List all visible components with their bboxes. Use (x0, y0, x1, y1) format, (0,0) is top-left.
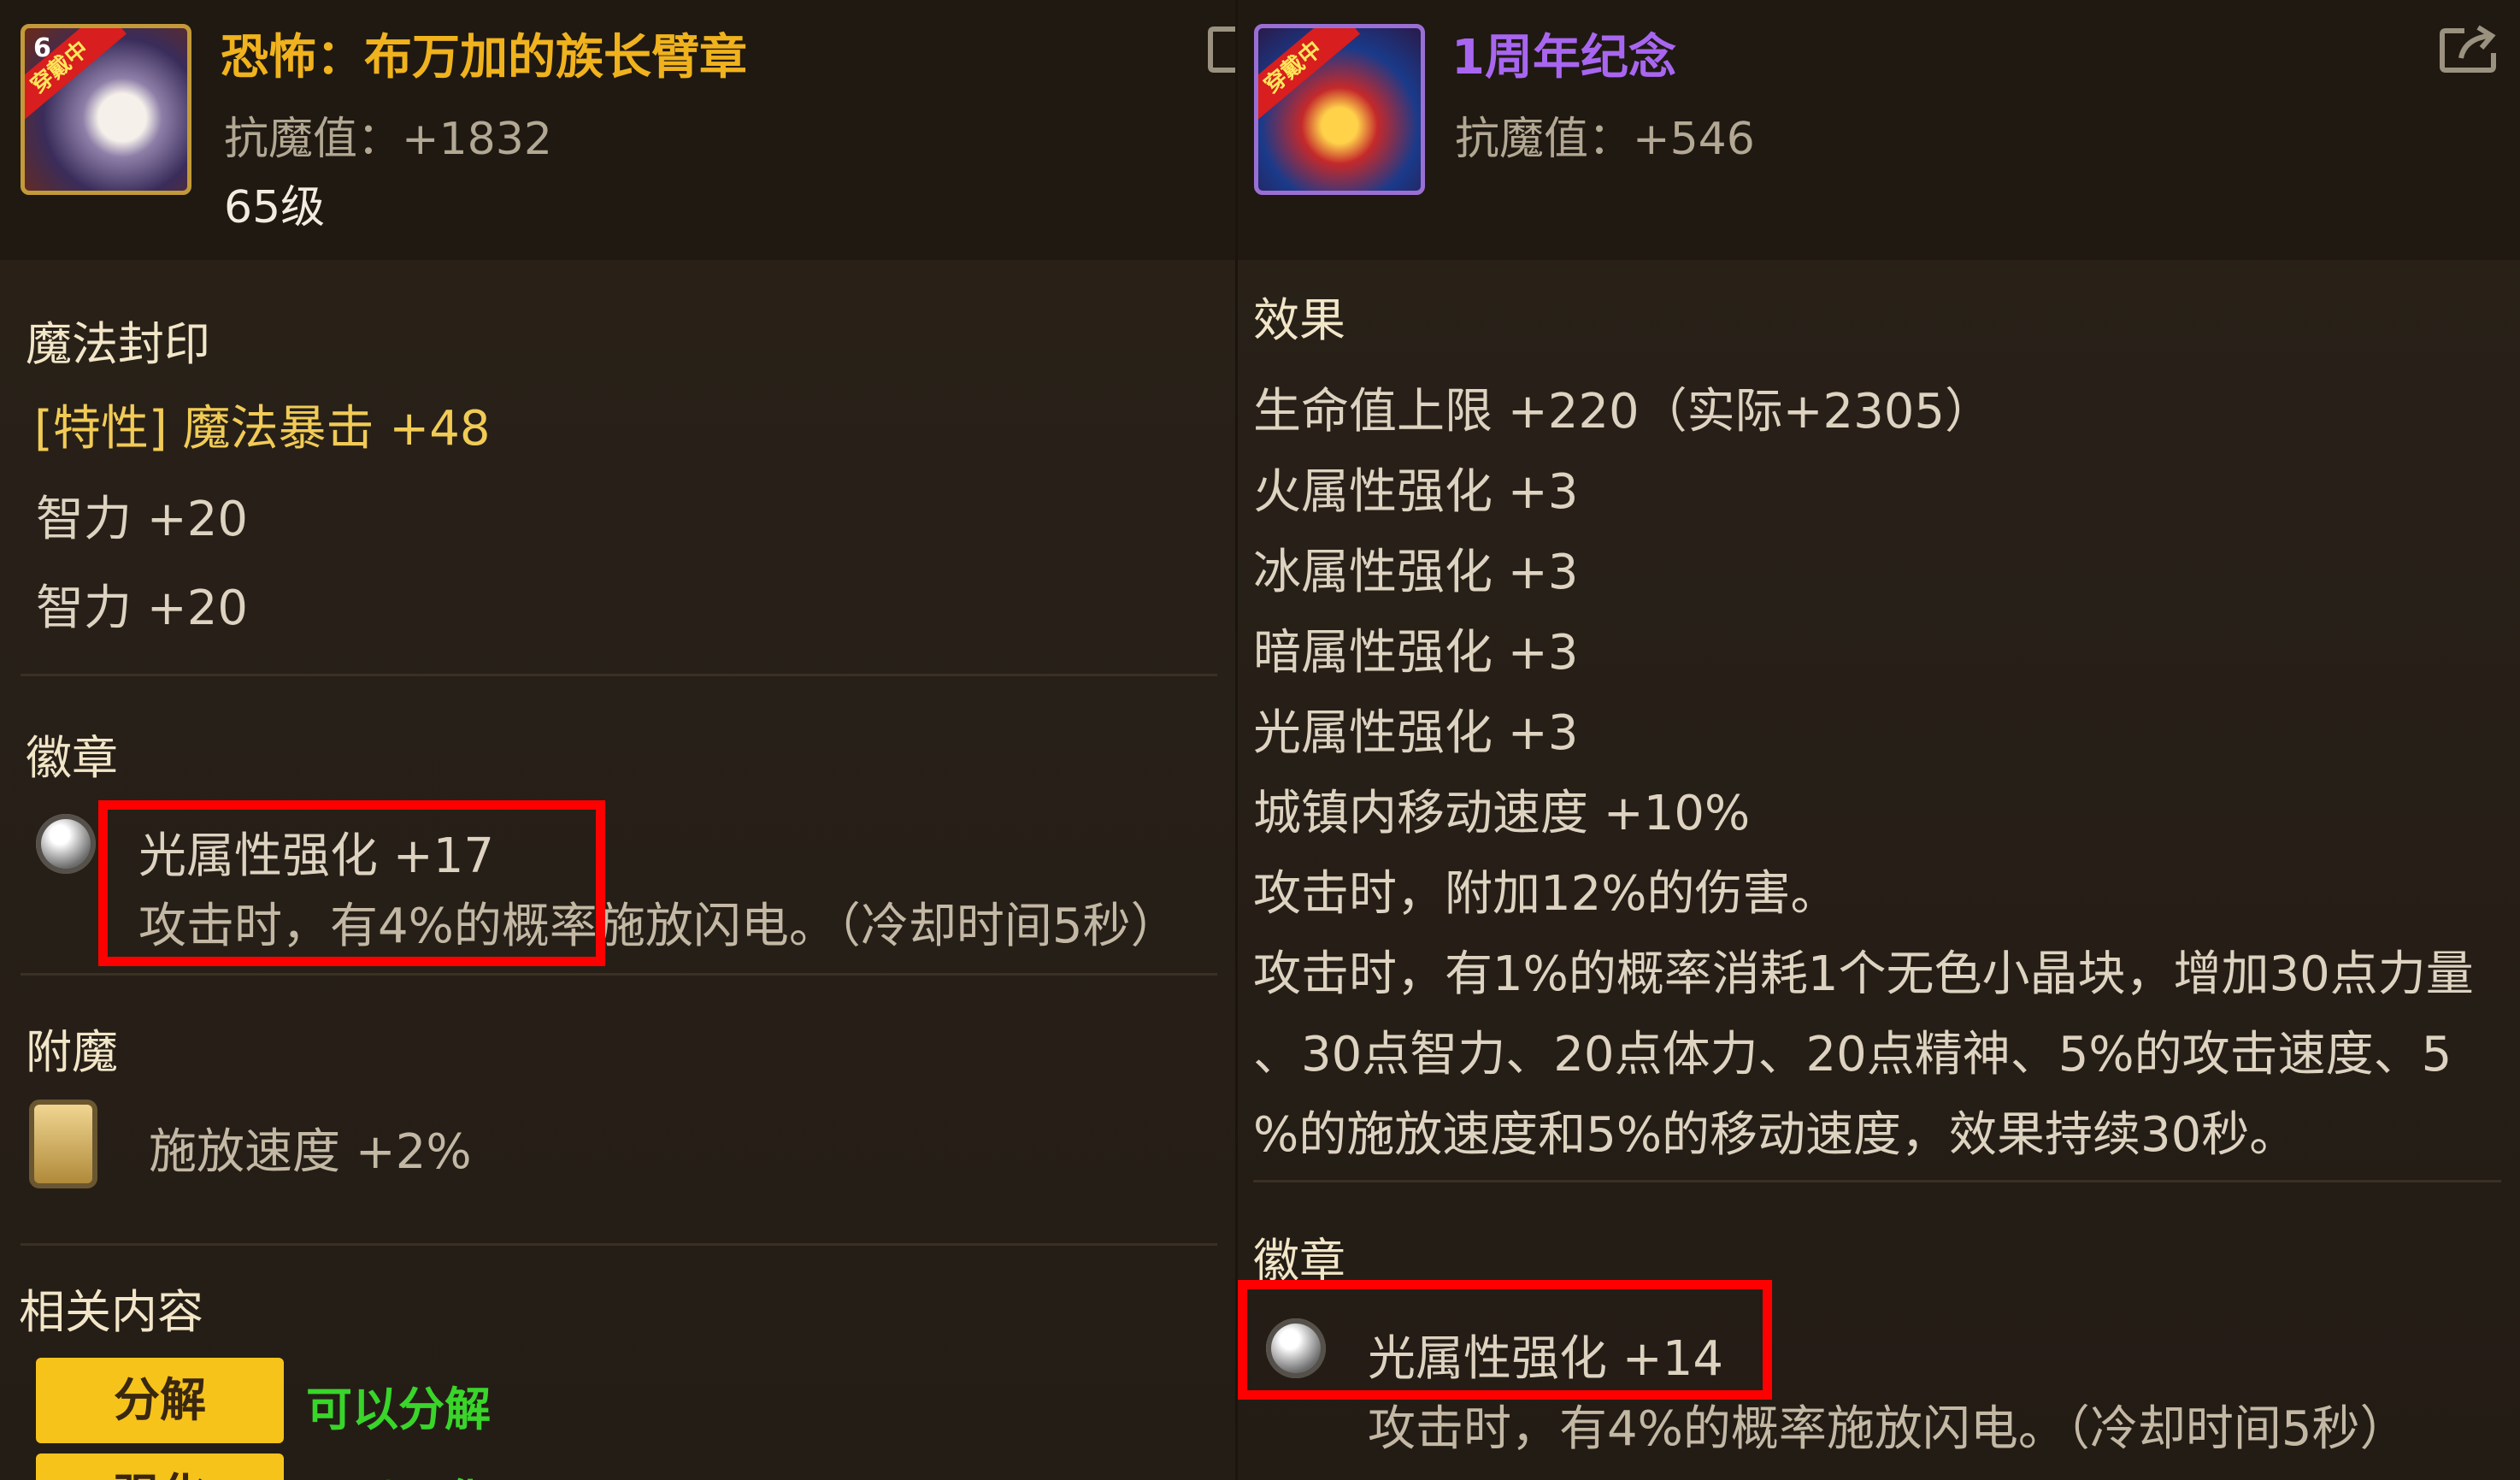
item-stat-magic-resist: 抗魔值：+1832 (224, 114, 552, 165)
effect-line: 、30点智力、20点体力、20点精神、5%的攻击速度、5 (1253, 1027, 2452, 1082)
effect-line: %的施放速度和5%的移动速度，效果持续30秒。 (1253, 1107, 2298, 1163)
item-header: 穿戴中 1周年纪念 抗魔值：+546 (1238, 0, 2520, 260)
enhance-button[interactable]: 强化 (36, 1453, 284, 1480)
item-header: 6 穿戴中 恐怖：布万加的族长臂章 抗魔值：+1832 65级 (0, 0, 1235, 260)
share-icon[interactable] (2439, 24, 2499, 75)
item-tooltip-left: 6 穿戴中 恐怖：布万加的族长臂章 抗魔值：+1832 65级 魔法封印 [特性… (0, 0, 1235, 1480)
highlight-box (98, 800, 605, 966)
effect-line: 暗属性强化 +3 (1253, 625, 1579, 681)
share-icon[interactable] (1207, 24, 1235, 75)
effect-line: 生命值上限 +220（实际+2305） (1253, 384, 1993, 439)
item-title: 恐怖：布万加的族长臂章 (221, 30, 747, 85)
effect-line: 火属性强化 +3 (1253, 464, 1579, 520)
magic-seal-heading: 魔法封印 (26, 317, 210, 371)
item-icon[interactable]: 6 穿戴中 (21, 24, 191, 195)
magic-seal-line: 智力 +20 (36, 492, 248, 547)
divider (21, 973, 1217, 976)
enchant-heading: 附魔 (26, 1025, 118, 1079)
related-heading: 相关内容 (19, 1285, 203, 1339)
highlight-box (1238, 1280, 1772, 1400)
item-stat-magic-resist: 抗魔值：+546 (1455, 114, 1755, 165)
magic-seal-line: [特性] 魔法暴击 +48 (34, 401, 491, 457)
divider (21, 1243, 1217, 1246)
equipped-ribbon: 穿戴中 (1258, 28, 1360, 127)
effect-line: 冰属性强化 +3 (1253, 545, 1579, 600)
magic-seal-line: 智力 +20 (36, 581, 248, 636)
enchant-card-icon (29, 1100, 97, 1188)
effect-line: 攻击时，有1%的概率消耗1个无色小晶块，增加30点力量 (1253, 946, 2474, 1002)
emblem-gem-icon (36, 814, 96, 874)
emblem-heading: 徽章 (26, 731, 118, 785)
effect-line: 攻击时，附加12%的伤害。 (1253, 866, 1839, 922)
item-icon[interactable]: 穿戴中 (1254, 24, 1425, 195)
enchant-effect: 施放速度 +2% (149, 1124, 472, 1180)
effect-heading: 效果 (1253, 293, 1345, 347)
divider (1253, 1180, 2501, 1182)
effect-line: 光属性强化 +3 (1253, 705, 1579, 761)
disassemble-button[interactable]: 分解 (36, 1358, 284, 1443)
disassemble-status: 可以分解 (306, 1383, 491, 1436)
item-level: 65级 (224, 182, 326, 233)
divider (21, 674, 1217, 676)
enhance-status: 可以强化 (306, 1464, 491, 1480)
effect-line: 城镇内移动速度 +10% (1253, 786, 1751, 841)
item-title: 1周年纪念 (1451, 30, 1676, 85)
emblem-description: 攻击时，有4%的概率施放闪电。（冷却时间5秒） (1368, 1401, 2408, 1457)
item-tooltip-right: 穿戴中 1周年纪念 抗魔值：+546 效果 生命值上限 +220（实际+2305… (1235, 0, 2520, 1480)
